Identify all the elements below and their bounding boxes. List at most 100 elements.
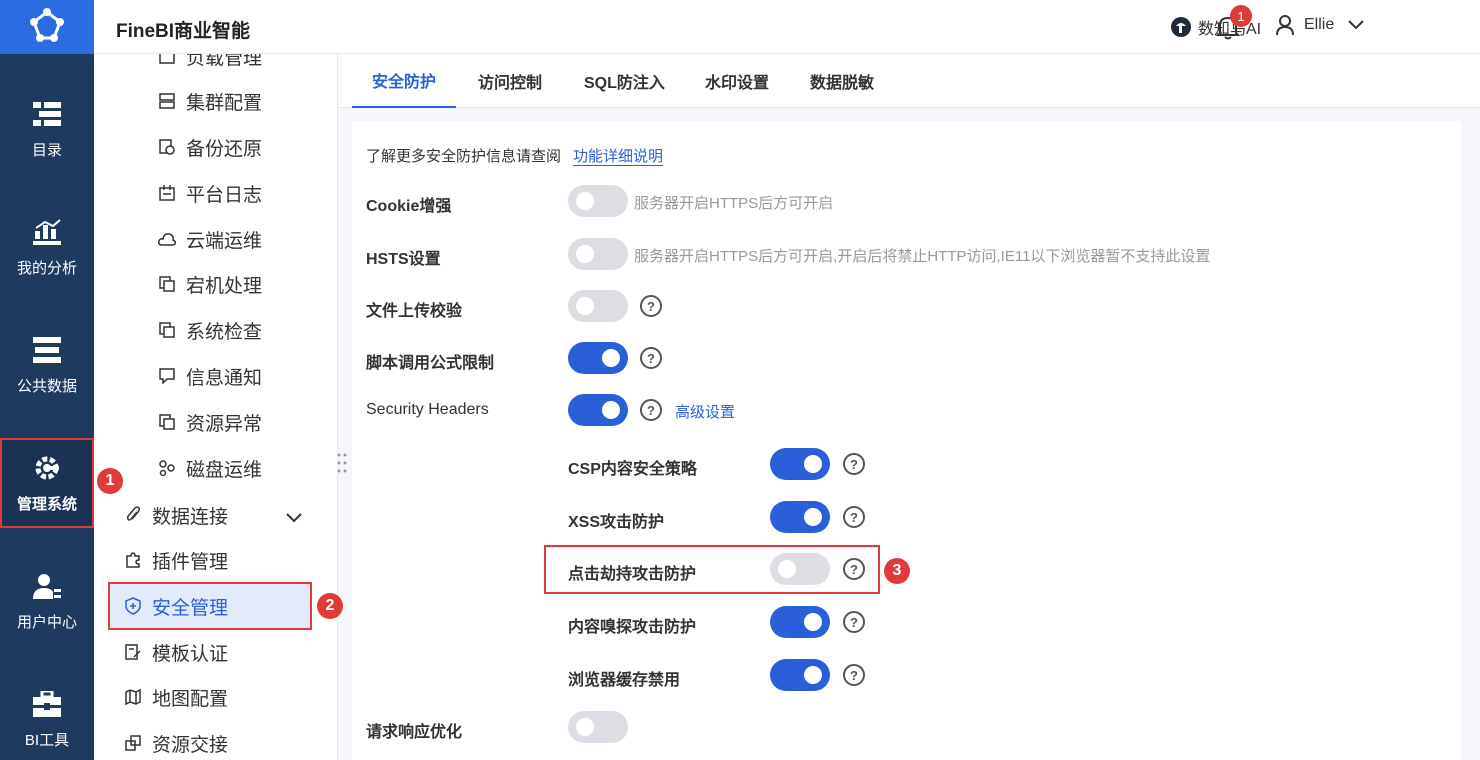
toggle-knob — [804, 613, 822, 631]
map-icon — [124, 688, 142, 706]
admin-submenu: 负载管理 集群配置 备份还原 平台日志 云端运维 宕机处理 系统检查 信息通知 … — [94, 54, 338, 760]
left-rail: 目录 我的分析 公共数据 管理系统 用户中心 BI工具 — [0, 0, 94, 760]
app-logo-icon[interactable] — [0, 0, 94, 54]
setting-row-browser-cache: 浏览器缓存禁用 ? — [352, 655, 1461, 695]
load-icon — [158, 54, 176, 65]
submenu-item-crash-handling[interactable]: 宕机处理 — [94, 264, 337, 304]
setting-row-response-optimization: 请求响应优化 — [352, 707, 1461, 747]
rail-item-user-center[interactable]: 用户中心 — [0, 556, 94, 646]
calendar-log-icon — [158, 184, 176, 202]
setting-label: CSP内容安全策略 — [568, 461, 697, 478]
rail-item-bi-tools[interactable]: BI工具 — [0, 674, 94, 760]
submenu-item-cluster-config[interactable]: 集群配置 — [94, 81, 337, 121]
submenu-item-security-management[interactable]: 安全管理 — [108, 582, 312, 630]
content-sniffing-toggle[interactable] — [770, 606, 830, 638]
cookie-toggle[interactable] — [568, 185, 628, 217]
script-formula-toggle[interactable] — [568, 342, 628, 374]
xss-toggle[interactable] — [770, 501, 830, 533]
submenu-item-backup-restore[interactable]: 备份还原 — [94, 127, 337, 167]
toggle-knob — [602, 401, 620, 419]
toggle-knob — [804, 666, 822, 684]
chevron-down-icon — [1348, 20, 1364, 30]
file-upload-toggle[interactable] — [568, 290, 628, 322]
tab-security-protection[interactable]: 安全防护 — [352, 54, 457, 108]
setting-row-file-upload: 文件上传校验 ? — [352, 286, 1461, 326]
submenu-item-label: 宕机处理 — [186, 275, 263, 297]
submenu-item-label: 集群配置 — [186, 92, 263, 114]
rail-item-label: 目录 — [31, 141, 62, 159]
submenu-item-label: 云端运维 — [186, 230, 263, 252]
submenu-item-label: 系统检查 — [186, 321, 263, 343]
message-icon — [158, 367, 176, 385]
submenu-item-resource-handover[interactable]: 资源交接 — [94, 723, 337, 760]
help-icon[interactable]: ? — [640, 399, 662, 421]
submenu-item-map-config[interactable]: 地图配置 — [94, 677, 337, 717]
setting-label: 内容嗅探攻击防护 — [568, 619, 697, 636]
cloud-icon — [158, 230, 176, 248]
help-icon[interactable]: ? — [640, 295, 662, 317]
hsts-toggle[interactable] — [568, 238, 628, 270]
step-marker: 2 — [317, 593, 343, 619]
tab-access-control[interactable]: 访问控制 — [458, 54, 562, 108]
help-icon[interactable]: ? — [843, 506, 865, 528]
setting-hint: 服务器开启HTTPS后方可开启,开启后将禁止HTTP访问,IE11以下浏览器暂不… — [634, 248, 1211, 265]
rail-item-label: 我的分析 — [16, 259, 77, 277]
admin-gear-icon — [32, 453, 62, 483]
setting-row-hsts: HSTS设置 服务器开启HTTPS后方可开启,开启后将禁止HTTP访问,IE11… — [352, 234, 1461, 274]
submenu-item-label: 模板认证 — [152, 643, 229, 665]
submenu-item-disk-ops[interactable]: 磁盘运维 — [94, 448, 337, 488]
rail-item-catalog[interactable]: 目录 — [0, 84, 94, 174]
help-icon[interactable]: ? — [640, 347, 662, 369]
submenu-item-resource-anomaly[interactable]: 资源异常 — [94, 402, 337, 442]
response-optimization-toggle[interactable] — [568, 711, 628, 743]
resize-handle-icon[interactable] — [336, 452, 348, 474]
rail-item-label: 用户中心 — [16, 613, 77, 631]
submenu-item-cloud-ops[interactable]: 云端运维 — [94, 219, 337, 259]
paperclip-icon — [124, 506, 142, 524]
advanced-settings-link[interactable]: 高级设置 — [675, 401, 735, 422]
tab-data-masking[interactable]: 数据脱敏 — [790, 54, 894, 108]
rail-item-public-data[interactable]: 公共数据 — [0, 320, 94, 410]
submenu-item-plugin-management[interactable]: 插件管理 — [94, 540, 337, 580]
info-line: 了解更多安全防护信息请查阅 功能详细说明 — [366, 145, 664, 166]
highlight-box-clickjacking — [544, 545, 880, 594]
help-icon[interactable]: ? — [843, 453, 865, 475]
submenu-item-load-management[interactable]: 负载管理 — [94, 54, 337, 76]
submenu-item-label: 资源异常 — [186, 413, 263, 435]
submenu-item-platform-log[interactable]: 平台日志 — [94, 173, 337, 213]
toggle-knob — [576, 297, 594, 315]
csp-toggle[interactable] — [770, 448, 830, 480]
help-icon[interactable]: ? — [843, 611, 865, 633]
feature-doc-link[interactable]: 功能详细说明 — [573, 148, 664, 166]
rail-item-label: 管理系统 — [16, 495, 77, 513]
user-menu[interactable]: Ellie — [1276, 15, 1364, 35]
tab-sql-injection[interactable]: SQL防注入 — [564, 54, 685, 108]
toolbox-icon — [32, 689, 62, 719]
setting-row-xss: XSS攻击防护 ? — [352, 497, 1461, 537]
rail-item-my-analysis[interactable]: 我的分析 — [0, 202, 94, 292]
step-marker: 3 — [884, 558, 910, 584]
toggle-knob — [576, 718, 594, 736]
rail-item-admin-system[interactable]: 管理系统 — [0, 438, 94, 528]
submenu-item-system-check[interactable]: 系统检查 — [94, 310, 337, 350]
setting-label: 请求响应优化 — [366, 724, 463, 741]
submenu-item-label: 插件管理 — [152, 551, 229, 573]
setting-label: Security Headers — [366, 401, 489, 418]
browser-cache-toggle[interactable] — [770, 659, 830, 691]
submenu-item-data-connection[interactable]: 数据连接 — [94, 495, 337, 535]
ai-bird-icon — [1170, 16, 1192, 38]
catalog-icon — [32, 99, 62, 129]
setting-label: Cookie增强 — [366, 198, 452, 215]
template-edit-icon — [124, 643, 142, 661]
submenu-item-notifications[interactable]: 信息通知 — [94, 356, 337, 396]
toggle-knob — [804, 455, 822, 473]
setting-hint: 服务器开启HTTPS后方可开启 — [634, 195, 834, 212]
submenu-item-label: 安全管理 — [152, 597, 229, 619]
user-center-icon — [32, 571, 62, 601]
security-headers-toggle[interactable] — [568, 394, 628, 426]
setting-row-csp: CSP内容安全策略 ? — [352, 444, 1461, 484]
help-icon[interactable]: ? — [843, 664, 865, 686]
submenu-item-template-auth[interactable]: 模板认证 — [94, 632, 337, 672]
tab-watermark[interactable]: 水印设置 — [685, 54, 789, 108]
handover-icon — [124, 734, 142, 752]
